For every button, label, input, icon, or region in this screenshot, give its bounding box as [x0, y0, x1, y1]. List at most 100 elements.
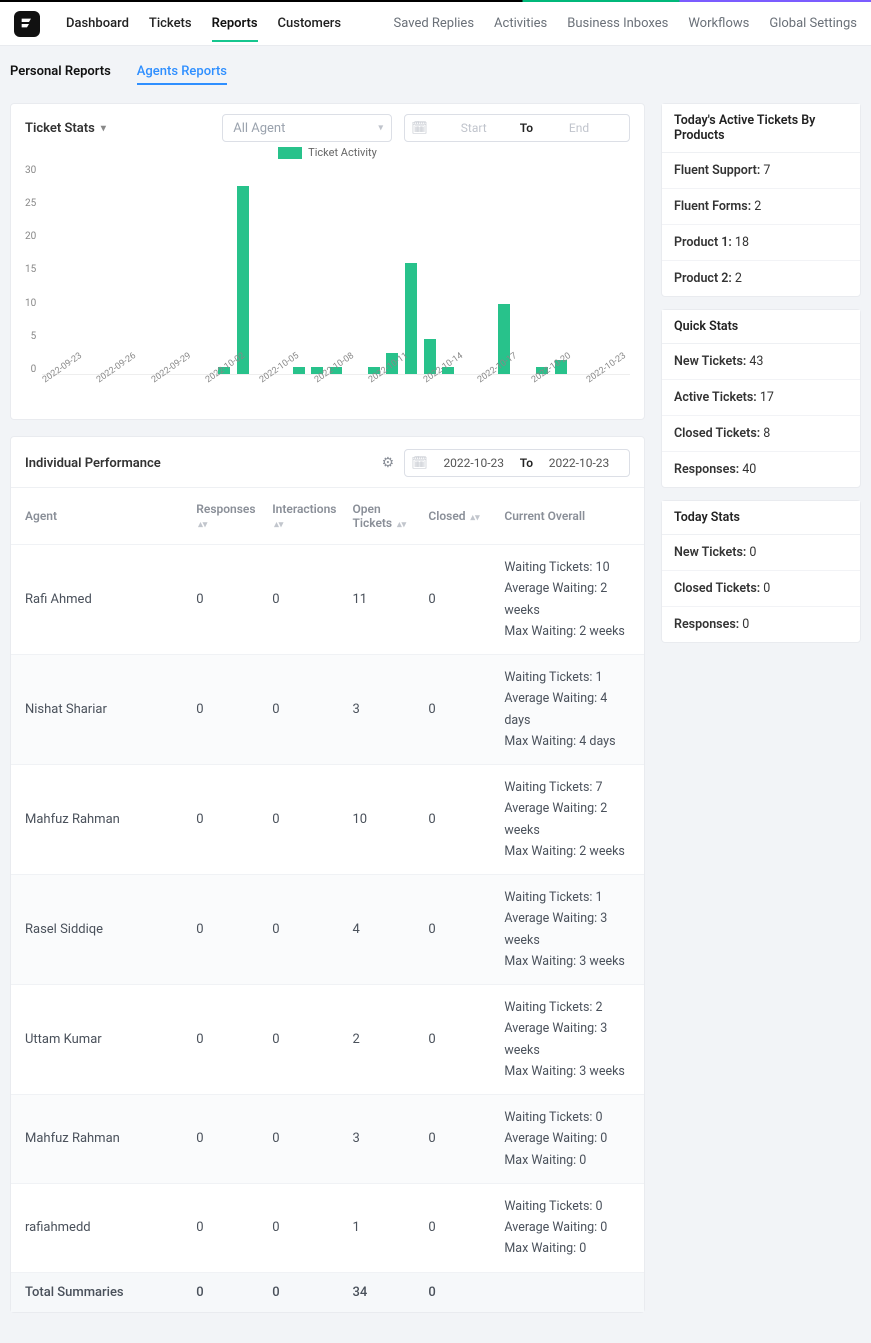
tab-agents-reports[interactable]: Agents Reports	[137, 64, 227, 85]
panel-row-label: Fluent Forms:	[674, 199, 751, 214]
chart-date-range[interactable]: 🗓 Start To End	[404, 114, 630, 142]
cell-overall: Waiting Tickets: 1Average Waiting: 4 day…	[496, 655, 644, 765]
ticket-stats-title: Ticket Stats	[25, 121, 95, 136]
y-tick: 15	[25, 264, 36, 275]
today-stats-panel: Today Stats New Tickets: 0Closed Tickets…	[661, 500, 861, 643]
agent-select[interactable]: All Agent ▾	[222, 114, 392, 142]
panel-row: Closed Tickets: 0	[662, 570, 860, 606]
y-tick: 25	[25, 198, 36, 209]
app-logo[interactable]	[14, 11, 40, 37]
performance-date-range[interactable]: 🗓 2022-10-23 To 2022-10-23	[404, 449, 630, 477]
nav-dashboard[interactable]: Dashboard	[66, 16, 129, 31]
table-row: Mahfuz Rahman00100Waiting Tickets: 7Aver…	[11, 765, 644, 875]
chart-plot	[42, 165, 630, 375]
bar-slot	[327, 165, 346, 374]
bar[interactable]	[237, 186, 249, 374]
chart-area: 302520151050	[25, 165, 630, 375]
ticket-stats-card: Ticket Stats ▾ All Agent ▾ 🗓 Start To En…	[10, 103, 645, 420]
bar-slot	[533, 165, 552, 374]
nav-global-settings[interactable]: Global Settings	[769, 16, 857, 31]
bar-slot	[420, 165, 439, 374]
individual-performance-card: Individual Performance ⚙ 🗓 2022-10-23 To…	[10, 436, 645, 1313]
nav-business-inboxes[interactable]: Business Inboxes	[567, 16, 668, 31]
bar-slot	[252, 165, 271, 374]
panel-row-value: 40	[742, 462, 756, 477]
cell-overall: Waiting Tickets: 2Average Waiting: 3 wee…	[496, 985, 644, 1095]
cell-responses: 0	[188, 875, 264, 985]
col-interactions[interactable]: Interactions▴▾	[264, 488, 344, 545]
bar-slot	[383, 165, 402, 374]
cell-interactions: 0	[264, 1272, 344, 1312]
col-closed[interactable]: Closed ▴▾	[420, 488, 496, 545]
cell-closed: 0	[420, 655, 496, 765]
panel-row-label: New Tickets:	[674, 354, 746, 369]
ticket-stats-dropdown[interactable]: Ticket Stats ▾	[25, 121, 106, 136]
panel-row-label: New Tickets:	[674, 545, 746, 560]
gear-icon[interactable]: ⚙	[382, 455, 395, 471]
quick-stats-panel: Quick Stats New Tickets: 43Active Ticket…	[661, 309, 861, 488]
bar-slot	[607, 165, 626, 374]
bar-slot	[65, 165, 84, 374]
cell-overall: Waiting Tickets: 0Average Waiting: 0Max …	[496, 1183, 644, 1272]
perf-date-from: 2022-10-23	[432, 456, 516, 470]
panel-row: Fluent Forms: 2	[662, 188, 860, 224]
cell-responses: 0	[188, 1095, 264, 1184]
date-end: End	[537, 121, 621, 135]
cell-interactions: 0	[264, 875, 344, 985]
y-tick: 5	[31, 331, 37, 342]
perf-date-to: 2022-10-23	[537, 456, 621, 470]
nav-reports[interactable]: Reports	[212, 16, 258, 42]
nav-saved-replies[interactable]: Saved Replies	[394, 16, 475, 31]
panel-row-label: Closed Tickets:	[674, 426, 760, 441]
legend-swatch	[278, 147, 302, 159]
nav-workflows[interactable]: Workflows	[688, 16, 749, 31]
panel-row: Fluent Support: 7	[662, 153, 860, 188]
bar-slot	[589, 165, 608, 374]
bar-slot	[196, 165, 215, 374]
y-axis: 302520151050	[25, 165, 42, 375]
table-row: Nishat Shariar0030Waiting Tickets: 1Aver…	[11, 655, 644, 765]
table-row: Rasel Siddiqe0040Waiting Tickets: 1Avera…	[11, 875, 644, 985]
y-tick: 30	[25, 165, 36, 176]
nav-activities[interactable]: Activities	[494, 16, 547, 31]
bar-slot	[495, 165, 514, 374]
cell-open-tickets: 1	[344, 1183, 420, 1272]
cell-agent: Nishat Shariar	[11, 655, 188, 765]
cell-closed: 0	[420, 1095, 496, 1184]
cell-responses: 0	[188, 1272, 264, 1312]
cell-closed: 0	[420, 765, 496, 875]
col-agent: Agent	[11, 488, 188, 545]
panel-row-value: 18	[735, 235, 749, 250]
col-responses[interactable]: Responses▴▾	[188, 488, 264, 545]
table-row: Mahfuz Rahman0030Waiting Tickets: 0Avera…	[11, 1095, 644, 1184]
x-axis: 2022-09-232022-09-262022-09-292022-10-02…	[41, 375, 630, 413]
panel-row-value: 2	[754, 199, 761, 214]
bar-slot	[458, 165, 477, 374]
panel-row: Product 2: 2	[662, 260, 860, 296]
nav-customers[interactable]: Customers	[278, 16, 342, 31]
bar-slot	[551, 165, 570, 374]
agent-select-label: All Agent	[233, 121, 285, 136]
cell-interactions: 0	[264, 985, 344, 1095]
cell-agent: Rasel Siddiqe	[11, 875, 188, 985]
bar-slot	[121, 165, 140, 374]
individual-performance-title: Individual Performance	[25, 456, 161, 471]
nav-tickets[interactable]: Tickets	[149, 16, 192, 31]
panel-row-label: Responses:	[674, 617, 739, 632]
bar-slot	[308, 165, 327, 374]
bar-slot	[158, 165, 177, 374]
cell-agent: Uttam Kumar	[11, 985, 188, 1095]
bar-slot	[46, 165, 65, 374]
cell-agent: Mahfuz Rahman	[11, 765, 188, 875]
panel-row-value: 8	[763, 426, 770, 441]
col-open-tickets[interactable]: Open Tickets ▴▾	[344, 488, 420, 545]
bar-slot	[346, 165, 365, 374]
bar-slot	[476, 165, 495, 374]
bar-slot	[140, 165, 159, 374]
bar-slot	[439, 165, 458, 374]
cell-total-label: Total Summaries	[11, 1272, 188, 1312]
tab-personal-reports[interactable]: Personal Reports	[10, 64, 111, 85]
calendar-icon: 🗓	[411, 121, 428, 136]
panel-row-label: Active Tickets:	[674, 390, 757, 405]
table-row: Uttam Kumar0020Waiting Tickets: 2Average…	[11, 985, 644, 1095]
